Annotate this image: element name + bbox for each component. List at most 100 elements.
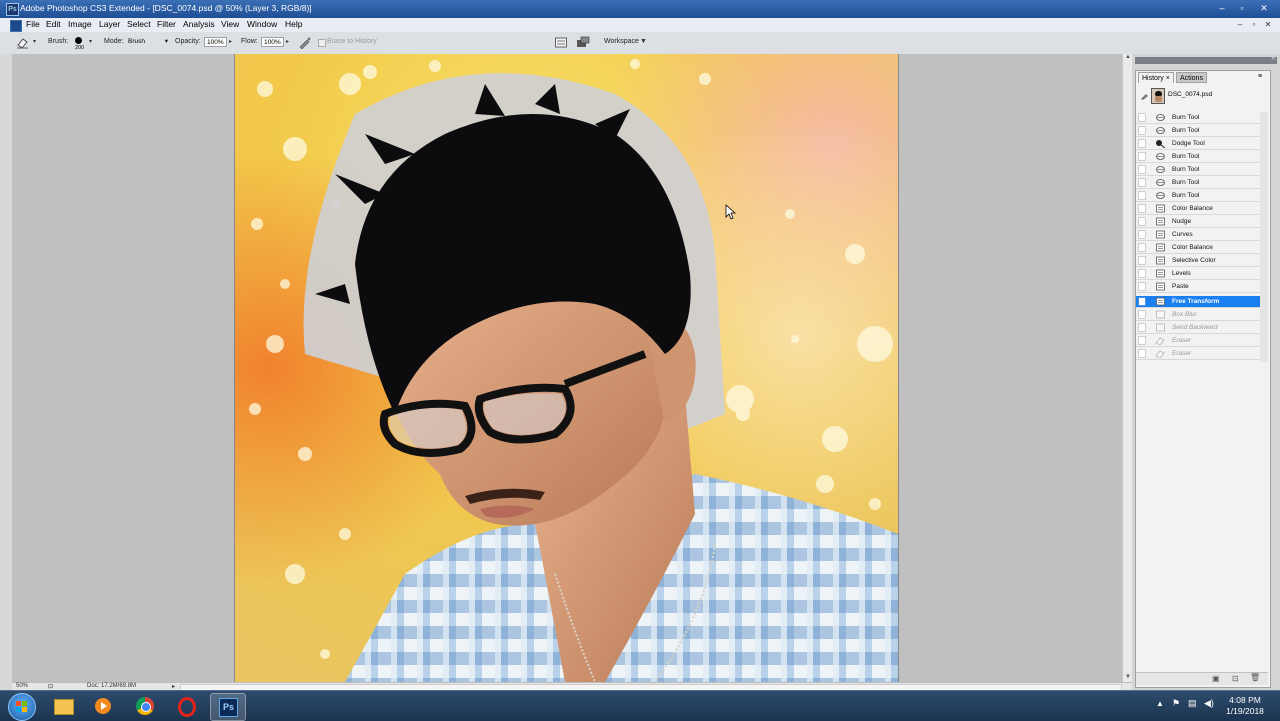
history-brush-checkbox[interactable] bbox=[1138, 178, 1146, 187]
history-brush-checkbox[interactable] bbox=[1138, 126, 1146, 135]
tab-actions[interactable]: Actions bbox=[1176, 72, 1207, 83]
history-brush-checkbox[interactable] bbox=[1138, 297, 1146, 306]
eraser-tool-icon[interactable] bbox=[16, 36, 30, 49]
explorer-taskbar-button[interactable] bbox=[46, 693, 80, 719]
history-item[interactable]: Box Blur bbox=[1136, 309, 1260, 321]
clock-date[interactable]: 1/19/2018 bbox=[1220, 706, 1270, 716]
brush-preview-icon[interactable] bbox=[75, 37, 82, 44]
mode-select[interactable]: Brush ▾ bbox=[126, 37, 170, 47]
history-item[interactable]: Selective Color bbox=[1136, 255, 1260, 267]
history-brush-checkbox[interactable] bbox=[1138, 349, 1146, 358]
history-item[interactable]: Paste bbox=[1136, 281, 1260, 293]
history-item[interactable]: Nudge bbox=[1136, 216, 1260, 228]
history-snapshot[interactable]: DSC_0074.psd bbox=[1136, 86, 1268, 106]
doc-minimize-button[interactable]: – bbox=[1234, 19, 1246, 30]
history-brush-checkbox[interactable] bbox=[1138, 243, 1146, 252]
history-brush-checkbox[interactable] bbox=[1138, 217, 1146, 226]
menu-image[interactable]: Image bbox=[68, 19, 92, 29]
clock-time[interactable]: 4:08 PM bbox=[1220, 695, 1270, 705]
airbrush-icon[interactable] bbox=[298, 36, 312, 49]
opacity-slider-arrow[interactable]: ▸ bbox=[229, 38, 232, 45]
history-item[interactable]: Burn Tool bbox=[1136, 177, 1260, 189]
new-snapshot-icon[interactable]: ⊡ bbox=[1232, 674, 1239, 683]
history-item[interactable]: Burn Tool bbox=[1136, 164, 1260, 176]
menu-file[interactable]: File bbox=[26, 19, 40, 29]
history-brush-checkbox[interactable] bbox=[1138, 204, 1146, 213]
doc-close-button[interactable]: ✕ bbox=[1262, 19, 1274, 30]
history-brush-checkbox[interactable] bbox=[1138, 152, 1146, 161]
history-brush-checkbox[interactable] bbox=[1138, 230, 1146, 239]
history-item[interactable]: Levels bbox=[1136, 268, 1260, 280]
zoom-level[interactable]: 50% bbox=[16, 683, 28, 689]
tool-preset-arrow[interactable]: ▾ bbox=[33, 38, 36, 45]
menu-filter[interactable]: Filter bbox=[157, 19, 176, 29]
flow-input[interactable]: 100% bbox=[261, 37, 284, 47]
history-item[interactable]: Send Backward bbox=[1136, 322, 1260, 334]
history-brush-checkbox[interactable] bbox=[1138, 165, 1146, 174]
tool-palette-icon[interactable] bbox=[554, 36, 568, 49]
workspace-chevron-down-icon[interactable]: ▼ bbox=[640, 38, 647, 45]
history-brush-checkbox[interactable] bbox=[1138, 282, 1146, 291]
photoshop-taskbar-button[interactable]: Ps bbox=[210, 693, 246, 721]
history-item[interactable]: Eraser bbox=[1136, 348, 1260, 360]
media-player-taskbar-button[interactable] bbox=[86, 693, 120, 719]
history-item[interactable]: Curves bbox=[1136, 229, 1260, 241]
minimize-button[interactable]: – bbox=[1212, 2, 1232, 14]
show-hidden-icons-icon[interactable]: ▲ bbox=[1156, 699, 1164, 708]
history-item[interactable]: Burn Tool bbox=[1136, 112, 1260, 124]
document-canvas[interactable] bbox=[234, 54, 899, 682]
history-brush-checkbox[interactable] bbox=[1138, 336, 1146, 345]
history-item[interactable]: Color Balance bbox=[1136, 203, 1260, 215]
menu-edit[interactable]: Edit bbox=[46, 19, 61, 29]
close-button[interactable]: ✕ bbox=[1252, 2, 1276, 14]
volume-icon[interactable]: ◀) bbox=[1204, 698, 1214, 709]
network-icon[interactable]: ▤ bbox=[1188, 698, 1197, 709]
tab-history[interactable]: History × bbox=[1138, 72, 1174, 83]
history-item[interactable]: Color Balance bbox=[1136, 242, 1260, 254]
history-item[interactable]: Eraser bbox=[1136, 335, 1260, 347]
new-document-from-state-icon[interactable]: ▣ bbox=[1212, 674, 1220, 683]
opacity-input[interactable]: 100% bbox=[204, 37, 227, 47]
menu-select[interactable]: Select bbox=[127, 19, 151, 29]
document-icon[interactable] bbox=[10, 20, 22, 32]
status-mini-icon[interactable]: ⊡ bbox=[48, 683, 53, 690]
start-button[interactable] bbox=[8, 693, 36, 721]
history-brush-checkbox[interactable] bbox=[1138, 139, 1146, 148]
scroll-down-arrow-icon[interactable]: ▼ bbox=[1124, 674, 1132, 682]
doc-restore-button[interactable]: ▫ bbox=[1248, 19, 1260, 30]
history-scrollbar[interactable] bbox=[1260, 112, 1268, 362]
history-item-selected[interactable]: Free Transform bbox=[1136, 296, 1260, 308]
history-brush-source-icon[interactable] bbox=[1140, 91, 1149, 100]
history-item[interactable]: Dodge Tool bbox=[1136, 138, 1260, 150]
history-item[interactable]: Burn Tool bbox=[1136, 151, 1260, 163]
history-item[interactable]: Burn Tool bbox=[1136, 125, 1260, 137]
action-center-flag-icon[interactable]: ⚑ bbox=[1172, 698, 1180, 709]
bridge-icon[interactable] bbox=[576, 36, 590, 49]
menu-view[interactable]: View bbox=[221, 19, 239, 29]
opera-taskbar-button[interactable] bbox=[170, 693, 204, 719]
history-brush-checkbox[interactable] bbox=[1138, 310, 1146, 319]
burn-icon bbox=[1156, 179, 1165, 186]
history-brush-checkbox[interactable] bbox=[1138, 323, 1146, 332]
maximize-button[interactable]: ▫ bbox=[1232, 2, 1252, 14]
workspace-button[interactable]: Workspace bbox=[604, 38, 639, 45]
panel-menu-icon[interactable]: ≡ bbox=[1258, 73, 1262, 80]
trash-icon[interactable]: 🗑 bbox=[1250, 673, 1260, 682]
panel-dock-header[interactable]: » bbox=[1135, 55, 1277, 64]
history-brush-checkbox[interactable] bbox=[1138, 256, 1146, 265]
status-menu-arrow-icon[interactable]: ▸ bbox=[172, 683, 175, 690]
chrome-taskbar-button[interactable] bbox=[128, 693, 162, 719]
panel-collapse-icon[interactable]: » bbox=[1271, 55, 1275, 62]
history-brush-checkbox[interactable] bbox=[1138, 269, 1146, 278]
menu-layer[interactable]: Layer bbox=[99, 19, 120, 29]
scroll-up-arrow-icon[interactable]: ▲ bbox=[1124, 54, 1132, 62]
history-brush-checkbox[interactable] bbox=[1138, 191, 1146, 200]
menu-window[interactable]: Window bbox=[247, 19, 277, 29]
menu-help[interactable]: Help bbox=[285, 19, 302, 29]
flow-slider-arrow[interactable]: ▸ bbox=[286, 38, 289, 45]
erase-to-history-checkbox[interactable] bbox=[318, 39, 326, 47]
menu-analysis[interactable]: Analysis bbox=[183, 19, 215, 29]
history-item[interactable]: Burn Tool bbox=[1136, 190, 1260, 202]
history-brush-checkbox[interactable] bbox=[1138, 113, 1146, 122]
brush-picker-arrow[interactable]: ▾ bbox=[89, 38, 92, 45]
